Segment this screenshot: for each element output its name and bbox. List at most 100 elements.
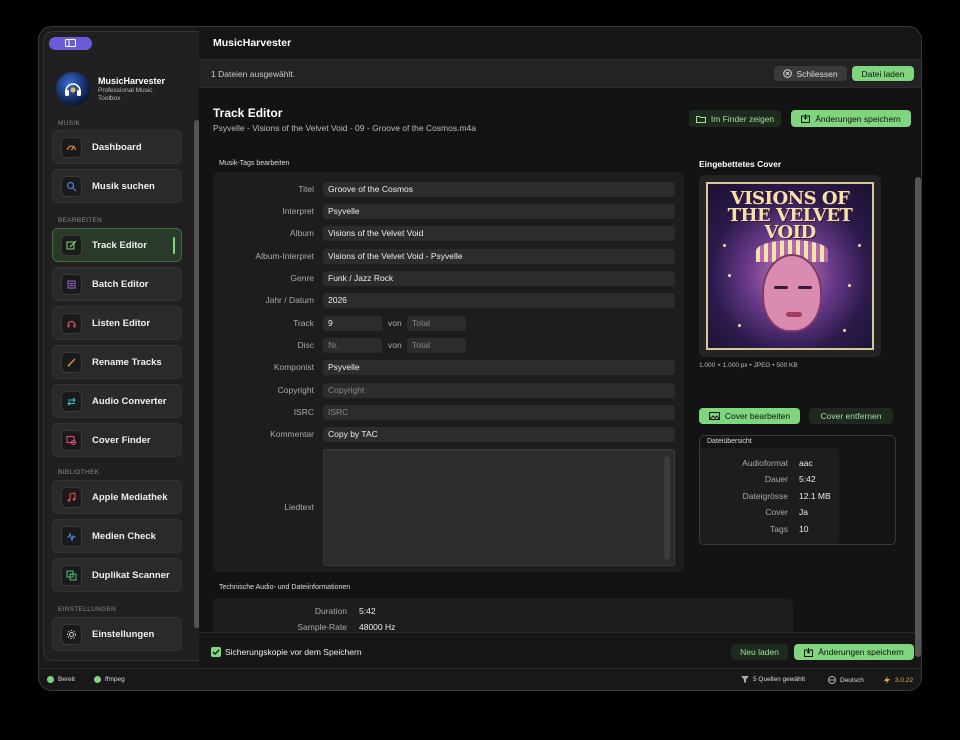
save-label: Änderungen speichern	[818, 647, 904, 657]
lyrics-label: Liedtext	[284, 502, 314, 512]
app-name: MusicHarvester	[98, 75, 166, 86]
section-musik: MUSIK	[58, 120, 81, 127]
status-language[interactable]: Deutsch	[828, 676, 864, 684]
track-total-field[interactable]: Total	[407, 316, 466, 331]
disc-number-field[interactable]: Nr.	[323, 338, 382, 353]
track-number-field[interactable]: 9	[323, 316, 382, 331]
bolt-icon	[884, 676, 890, 684]
status-sources[interactable]: 5 Quellen gewählt	[741, 676, 805, 683]
cover-info: 1.000 × 1.000 px • JPEG • 500 KB	[699, 362, 798, 369]
cover-flag-label: Cover	[765, 507, 788, 517]
image-icon	[708, 412, 720, 420]
close-label: Schliessen	[796, 68, 838, 79]
track-of-label: von	[388, 318, 402, 328]
cover-artwork[interactable]: VISIONS OF THE VELVET VOID	[706, 182, 874, 350]
sidebar-item-einstellungen[interactable]: Einstellungen	[52, 617, 182, 651]
remove-cover-button[interactable]: Cover entfernen	[809, 408, 893, 424]
title-field[interactable]: Groove of the Cosmos	[323, 182, 675, 197]
gear-icon	[61, 623, 82, 645]
genre-label: Genre	[290, 273, 314, 283]
sidebar-item-label: Batch Editor	[92, 278, 149, 290]
duplicate-icon	[61, 564, 82, 586]
app-header: MusicHarvester Professional Music Toolbo…	[56, 72, 168, 106]
file-overview-panel: Dateiübersicht Audioformat aac Dauer 5:4…	[699, 435, 896, 545]
sidebar-item-musik-suchen[interactable]: Musik suchen	[52, 169, 182, 203]
file-name: Psyvelle - Visions of the Velvet Void - …	[213, 123, 476, 133]
waveform-icon	[61, 525, 82, 547]
show-in-finder-button[interactable]: Im Finder zeigen	[689, 110, 781, 127]
album-artist-label: Album-Interpret	[255, 251, 314, 261]
backup-checkbox[interactable]	[211, 647, 221, 657]
check-icon	[47, 676, 54, 683]
edit-icon	[61, 234, 82, 256]
filter-icon	[741, 676, 749, 683]
composer-field[interactable]: Psyvelle	[323, 360, 675, 375]
save-changes-button[interactable]: Änderungen speichern	[794, 644, 914, 660]
duration-label: Duration	[314, 606, 347, 616]
sidebar-item-label: Cover Finder	[92, 434, 151, 446]
reload-button[interactable]: Neu laden	[731, 644, 788, 660]
sidebar-item-label: Duplikat Scanner	[92, 569, 170, 581]
sidebar-item-rename-tracks[interactable]: Rename Tracks	[52, 345, 182, 379]
album-field[interactable]: Visions of the Velvet Void	[323, 226, 675, 241]
album-label: Album	[289, 228, 314, 238]
sidebar-item-label: Musik suchen	[92, 180, 155, 192]
filesize-value: 12.1 MB	[799, 491, 831, 501]
cover-face	[762, 254, 822, 332]
lyrics-textarea[interactable]	[323, 449, 675, 566]
magnifier-icon	[61, 175, 82, 197]
year-field[interactable]: 2026	[323, 293, 675, 308]
sidebar-item-audio-converter[interactable]: Audio Converter	[52, 384, 182, 418]
sidebar-icon	[65, 39, 76, 47]
comment-field[interactable]: Copy by TAC	[323, 427, 675, 442]
sidebar-item-apple-mediathek[interactable]: Apple Mediathek	[52, 480, 182, 514]
stack-icon	[61, 273, 82, 295]
lyrics-scrollbar[interactable]	[664, 456, 670, 560]
convert-icon	[61, 390, 82, 412]
album-artist-field[interactable]: Visions of the Velvet Void - Psyvelle	[323, 249, 675, 264]
headphones-icon	[61, 312, 82, 334]
samplerate-value: 48000 Hz	[359, 622, 396, 632]
folder-icon	[695, 115, 706, 123]
status-version: 3.0.22	[884, 676, 913, 684]
duration-label: Dauer	[764, 474, 788, 484]
save-label: Änderungen speichern	[815, 113, 901, 124]
selection-status: 1 Dateien ausgewählt.	[211, 69, 296, 79]
tags-count-value: 10	[799, 524, 809, 534]
isrc-field[interactable]: ISRC	[323, 405, 675, 420]
sidebar-item-dashboard[interactable]: Dashboard	[52, 130, 182, 164]
sidebar-item-medien-check[interactable]: Medien Check	[52, 519, 182, 553]
main-area: MusicHarvester 1 Dateien ausgewählt. Sch…	[199, 27, 921, 670]
edit-cover-button[interactable]: Cover bearbeiten	[699, 408, 800, 424]
status-bar: Bereit ffmpeg 5 Quellen gewählt Deutsch …	[39, 668, 921, 690]
music-note-icon	[61, 486, 82, 508]
save-changes-button-top[interactable]: Änderungen speichern	[791, 110, 911, 127]
copyright-field[interactable]: Copyright	[323, 383, 675, 398]
close-button[interactable]: Schliessen	[774, 66, 847, 81]
format-label: Audioformat	[742, 458, 788, 468]
window-title: MusicHarvester	[213, 37, 292, 49]
format-value: aac	[799, 458, 813, 468]
sidebar-item-track-editor[interactable]: Track Editor	[52, 228, 182, 262]
artist-field[interactable]: Psyvelle	[323, 204, 675, 219]
samplerate-label: Sample-Rate	[297, 622, 347, 632]
disc-total-field[interactable]: Total	[407, 338, 466, 353]
app-subtitle: Professional Music Toolbox	[98, 86, 153, 102]
sidebar-item-batch-editor[interactable]: Batch Editor	[52, 267, 182, 301]
sidebar-item-duplikat-scanner[interactable]: Duplikat Scanner	[52, 558, 182, 592]
sidebar-item-label: Audio Converter	[92, 395, 167, 407]
close-icon	[783, 69, 793, 78]
selection-bar: 1 Dateien ausgewählt. Schliessen Datei l…	[199, 60, 921, 88]
genre-field[interactable]: Funk / Jazz Rock	[323, 271, 675, 286]
tech-info-panel: Duration 5:42 Sample-Rate 48000 Hz	[213, 598, 793, 632]
isrc-label: ISRC	[293, 407, 314, 417]
content-scrollbar[interactable]	[915, 177, 921, 657]
load-file-button[interactable]: Datei laden	[852, 66, 914, 81]
sidebar-item-label: Dashboard	[92, 141, 142, 153]
globe-icon	[828, 676, 836, 684]
comment-label: Kommentar	[270, 429, 314, 439]
sidebar-mode-toggle[interactable]	[49, 37, 92, 50]
sidebar-item-listen-editor[interactable]: Listen Editor	[52, 306, 182, 340]
tags-heading: Musik-Tags bearbeiten	[219, 160, 290, 167]
sidebar-item-cover-finder[interactable]: Cover Finder	[52, 423, 182, 457]
